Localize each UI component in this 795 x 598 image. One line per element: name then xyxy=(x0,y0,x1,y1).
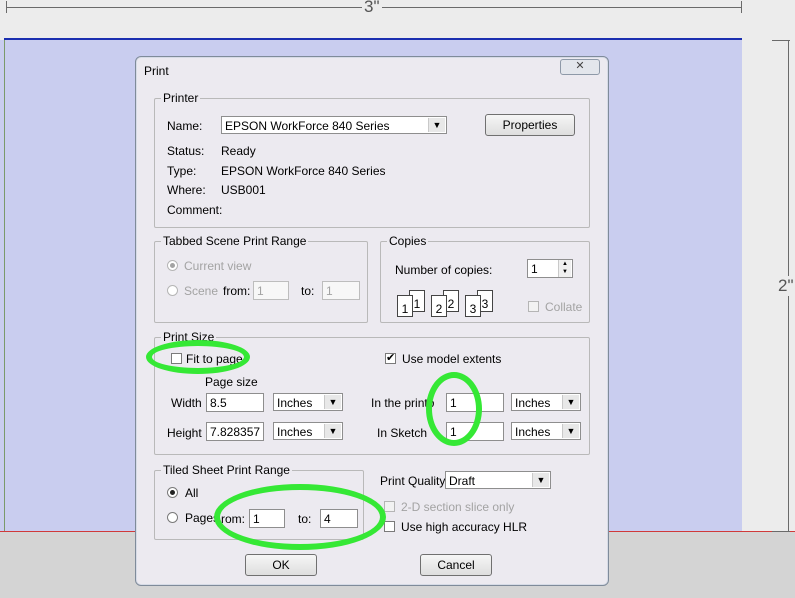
current-view-radio[interactable] xyxy=(167,260,178,271)
dimension-tick xyxy=(772,40,790,41)
printer-name-label: Name: xyxy=(167,119,203,133)
high-accuracy-hlr-label: Use high accuracy HLR xyxy=(401,520,528,534)
tabbed-range-legend: Tabbed Scene Print Range xyxy=(161,234,309,248)
tiled-range-legend: Tiled Sheet Print Range xyxy=(161,463,292,477)
width-unit-value: Inches xyxy=(277,396,313,410)
width-input[interactable]: 8.5 xyxy=(206,393,264,412)
blue-edge-line xyxy=(4,38,742,40)
copies-legend: Copies xyxy=(387,234,429,248)
page-size-label: Page size xyxy=(205,375,258,389)
model-extents-label: Use model extents xyxy=(402,352,502,366)
scene-to-input[interactable]: 1 xyxy=(322,281,360,300)
in-sketchup-unit-select[interactable]: Inches ▼ xyxy=(511,422,581,440)
height-unit-value: Inches xyxy=(277,425,313,439)
printer-group: Printer Name: EPSON WorkForce 840 Series… xyxy=(154,91,590,228)
height-unit-select[interactable]: Inches ▼ xyxy=(273,422,343,440)
type-value: EPSON WorkForce 840 Series xyxy=(221,164,386,178)
checkmark-icon: ✔ xyxy=(386,352,396,364)
dimension-tick xyxy=(6,1,7,13)
print-quality-select[interactable]: Draft ▼ xyxy=(445,471,551,489)
chevron-down-icon: ▼ xyxy=(532,473,549,487)
scene-to-label: to: xyxy=(301,284,315,298)
copies-count-input[interactable]: 1 ▲ ▼ xyxy=(527,259,573,278)
collate-checkbox[interactable] xyxy=(528,301,539,312)
ok-button[interactable]: OK xyxy=(245,554,317,576)
section-slice-label: 2-D section slice only xyxy=(401,500,515,514)
scene-from-label: from: xyxy=(223,284,251,298)
height-dimension-label: 2" xyxy=(776,276,795,296)
page-range-radio[interactable] xyxy=(167,512,178,523)
in-printout-unit-select[interactable]: Inches ▼ xyxy=(511,393,581,411)
in-sketchup-label: In Sketch xyxy=(377,426,428,440)
all-pages-label: All xyxy=(185,486,199,500)
cancel-button[interactable]: Cancel xyxy=(420,554,492,576)
width-dimension-label: 3" xyxy=(362,0,382,17)
in-sketchup-unit-value: Inches xyxy=(515,425,551,439)
dimension-tick xyxy=(772,531,790,532)
scenes-label: Scene xyxy=(184,284,219,298)
height-label: Height xyxy=(167,426,202,440)
section-slice-checkbox[interactable] xyxy=(384,501,395,512)
close-icon: ✕ xyxy=(575,60,585,72)
highlight-ellipse xyxy=(214,484,386,550)
model-extents-checkbox[interactable]: ✔ xyxy=(385,353,396,364)
properties-button[interactable]: Properties xyxy=(485,114,575,136)
copies-count-label: Number of copies: xyxy=(395,263,493,277)
chevron-down-icon: ▼ xyxy=(324,424,341,438)
where-value: USB001 xyxy=(221,183,266,197)
scene-from-input[interactable]: 1 xyxy=(253,281,289,300)
highlight-ellipse xyxy=(426,372,482,446)
where-label: Where: xyxy=(167,183,206,197)
in-printout-label: In the printo xyxy=(371,396,435,410)
scenes-radio[interactable] xyxy=(167,285,178,296)
chevron-down-icon: ▼ xyxy=(562,424,579,438)
highlight-ellipse xyxy=(146,340,250,374)
printer-name-value: EPSON WorkForce 840 Series xyxy=(225,119,390,133)
dialog-title: Print xyxy=(144,64,169,78)
collate-label: Collate xyxy=(545,300,583,314)
all-pages-radio[interactable] xyxy=(167,487,178,498)
current-view-label: Current view xyxy=(184,259,252,273)
close-button[interactable]: ✕ xyxy=(560,59,600,75)
type-label: Type: xyxy=(167,164,197,178)
canvas-top-area xyxy=(0,0,795,40)
printer-name-select[interactable]: EPSON WorkForce 840 Series ▼ xyxy=(221,116,447,134)
print-quality-value: Draft xyxy=(449,474,476,488)
height-input[interactable]: 7.828357 xyxy=(206,422,264,441)
chevron-down-icon: ▼ xyxy=(428,118,445,132)
print-quality-label: Print Quality xyxy=(380,474,446,488)
status-label: Status: xyxy=(167,144,205,158)
spinner-arrows-icon[interactable]: ▲ ▼ xyxy=(558,260,571,277)
dimension-tick xyxy=(741,1,742,13)
copies-count-value: 1 xyxy=(531,262,538,276)
printer-legend: Printer xyxy=(161,91,201,105)
comment-label: Comment: xyxy=(167,203,223,217)
in-printout-unit-value: Inches xyxy=(515,396,551,410)
copies-group: Copies Number of copies: 1 ▲ ▼ 1 1 2 2 3 … xyxy=(380,234,590,323)
status-value: Ready xyxy=(221,144,256,158)
width-label: Width xyxy=(171,396,202,410)
high-accuracy-hlr-checkbox[interactable] xyxy=(384,521,395,532)
chevron-down-icon: ▼ xyxy=(324,395,341,409)
tabbed-range-group: Tabbed Scene Print Range Current view Sc… xyxy=(154,234,368,323)
width-unit-select[interactable]: Inches ▼ xyxy=(273,393,343,411)
chevron-down-icon: ▼ xyxy=(562,395,579,409)
